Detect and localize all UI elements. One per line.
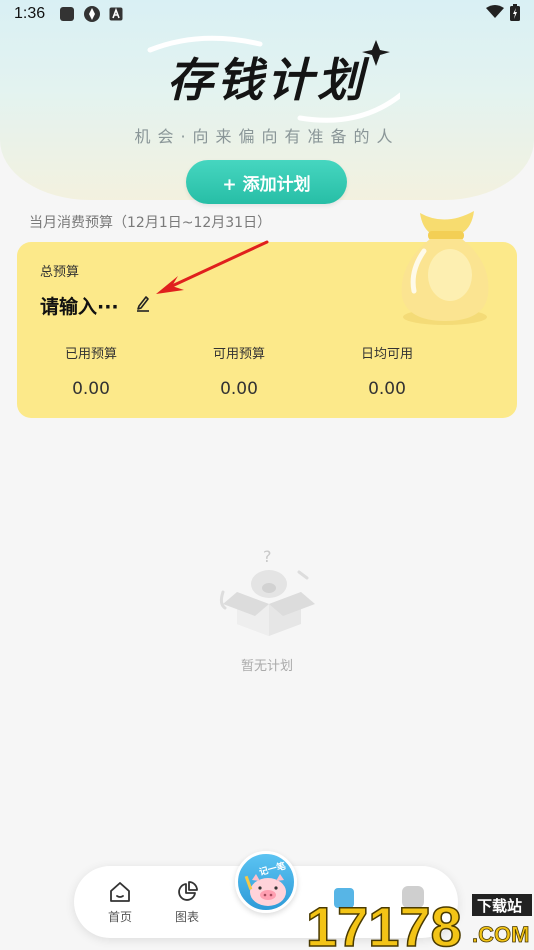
add-plan-button[interactable]: + 添加计划 (186, 160, 347, 204)
pie-chart-icon (178, 881, 198, 901)
daily-available-label: 日均可用 (360, 347, 413, 362)
available-budget-value: 0.00 (220, 379, 258, 399)
nav-home-label: 首页 (107, 910, 132, 924)
watermark-tag: 下载站 (477, 897, 522, 915)
daily-available-value: 0.00 (368, 379, 406, 399)
square-icon (59, 6, 75, 22)
nav-home[interactable]: 首页 (92, 880, 148, 925)
wifi-icon (486, 5, 504, 23)
status-time: 1:36 (14, 5, 46, 22)
budget-period: 当月消费预算（12月1日~12月31日） (29, 215, 272, 231)
site-watermark: 17178 下载站 .COM (306, 886, 532, 950)
budget-amount-input[interactable]: 请输入··· (40, 292, 119, 319)
home-icon (110, 882, 130, 902)
battery-icon (510, 3, 520, 25)
empty-state-text: 暂无计划 (240, 659, 293, 674)
edit-pencil-icon[interactable] (135, 294, 151, 316)
watermark-number: 17178 (306, 895, 462, 950)
status-bar: 1:36 (0, 0, 534, 28)
record-fab-button[interactable]: 记一笔 (235, 851, 297, 913)
nav-chart-label: 图表 (174, 910, 199, 924)
pig-mascot-icon: 记一笔 (244, 860, 287, 906)
money-bag-icon (401, 211, 489, 325)
svg-text:?: ? (263, 548, 272, 566)
empty-box-icon: ? (219, 548, 315, 636)
used-budget-label: 已用预算 (64, 347, 117, 362)
a-icon (109, 7, 123, 21)
nav-chart[interactable]: 图表 (159, 880, 215, 925)
available-budget-label: 可用预算 (212, 347, 265, 362)
watermark-suffix: .COM (472, 922, 529, 947)
aperture-icon (83, 5, 101, 23)
total-budget-label: 总预算 (40, 265, 80, 280)
used-budget-value: 0.00 (72, 379, 110, 399)
page-subtitle: 机会·向来偏向有准备的人 (134, 127, 400, 146)
fab-label: 记一笔 (258, 860, 287, 879)
add-plan-label: + 添加计划 (222, 174, 311, 195)
annotation-arrow (156, 240, 269, 294)
page-title: 存钱计划 (167, 53, 367, 107)
